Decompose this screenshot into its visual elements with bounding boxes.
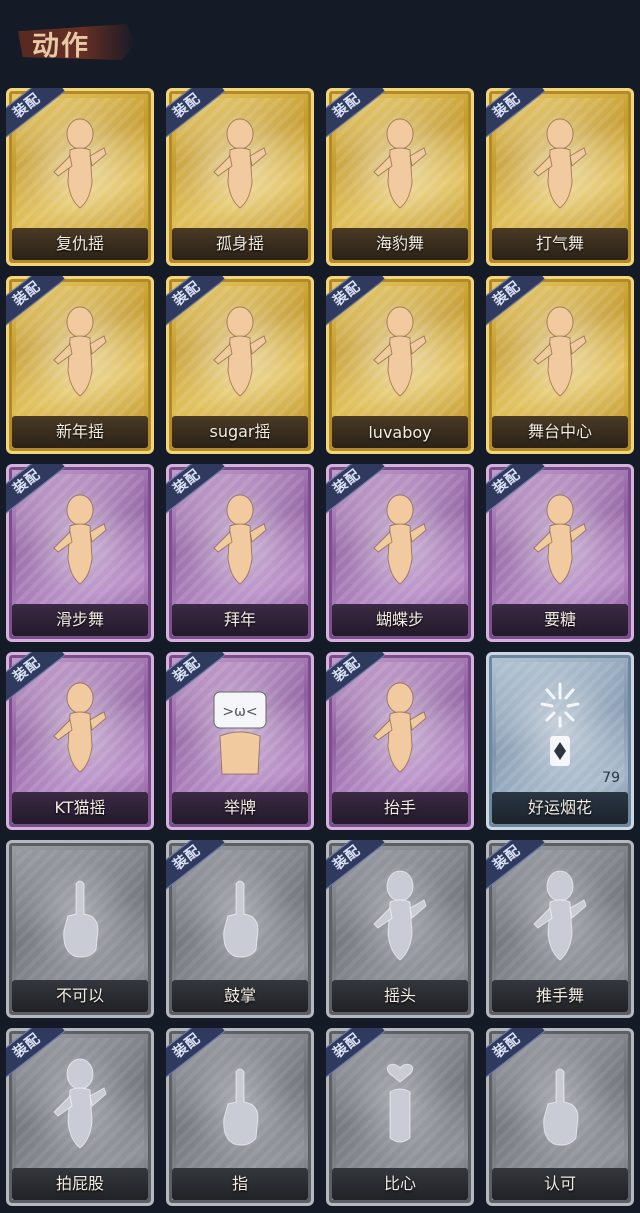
equip-badge-wrap: 装配 [6, 88, 66, 148]
page-title: 动作 [32, 31, 90, 62]
svg-text:>ω<: >ω< [222, 704, 257, 720]
firework-icon [520, 676, 600, 776]
equip-badge: 装配 [6, 1028, 66, 1080]
section-header: 动作 [18, 18, 138, 64]
equip-badge-wrap: 装配 [326, 276, 386, 336]
card-label: 认可 [543, 1174, 576, 1193]
card-label: 拜年 [223, 610, 256, 629]
equip-badge-wrap: 装配 [166, 88, 226, 148]
equip-badge-wrap: 装配 [326, 652, 386, 712]
equip-badge-wrap: 装配 [486, 88, 546, 148]
emote-card[interactable]: 舞台中心 装配 [486, 276, 634, 454]
card-label: 新年摇 [55, 422, 104, 441]
equip-badge: 装配 [486, 276, 546, 328]
card-label: 孤身摇 [215, 234, 264, 253]
card-label: 要糖 [543, 610, 576, 629]
equip-badge-wrap: 装配 [166, 652, 226, 712]
emote-card[interactable]: 复仇摇 装配 [6, 88, 154, 266]
equip-badge: 装配 [486, 840, 546, 892]
emote-card[interactable]: 鼓掌 装配 [166, 840, 314, 1018]
equip-badge: 装配 [166, 840, 226, 892]
item-count: 79 [602, 770, 620, 786]
equip-badge-wrap: 装配 [166, 464, 226, 524]
emote-card[interactable]: sugar摇 装配 [166, 276, 314, 454]
emote-card[interactable]: 滑步舞 装配 [6, 464, 154, 642]
emote-card[interactable]: 指 装配 [166, 1028, 314, 1206]
equip-badge: 装配 [326, 652, 386, 704]
card-label: sugar摇 [209, 422, 271, 441]
equip-badge-wrap: 装配 [6, 464, 66, 524]
equip-badge-wrap: 装配 [326, 1028, 386, 1088]
equip-badge: 装配 [166, 276, 226, 328]
card-label: 推手舞 [535, 986, 584, 1005]
equip-badge: 装配 [326, 88, 386, 140]
emote-card[interactable]: 海豹舞 装配 [326, 88, 474, 266]
equip-badge-wrap: 装配 [6, 1028, 66, 1088]
card-label: 比心 [383, 1174, 416, 1193]
equip-badge-wrap: 装配 [486, 464, 546, 524]
equip-badge: 装配 [166, 1028, 226, 1080]
equip-badge: 装配 [166, 464, 226, 516]
emote-card[interactable]: 认可 装配 [486, 1028, 634, 1206]
emote-card[interactable]: 要糖 装配 [486, 464, 634, 642]
emote-card[interactable]: KT猫摇 装配 [6, 652, 154, 830]
equip-badge: 装配 [486, 88, 546, 140]
card-label: 好运烟花 [527, 798, 592, 817]
equip-badge-wrap: 装配 [6, 276, 66, 336]
equip-badge: 装配 [326, 276, 386, 328]
equip-badge-wrap: 装配 [166, 840, 226, 900]
emote-card[interactable]: 摇头 装配 [326, 840, 474, 1018]
equip-badge: 装配 [326, 1028, 386, 1080]
card-label: 滑步舞 [55, 610, 104, 629]
equip-badge-wrap: 装配 [166, 276, 226, 336]
emote-card[interactable]: 抬手 装配 [326, 652, 474, 830]
card-label: luvaboy [368, 423, 432, 442]
emote-card[interactable]: 蝴蝶步 装配 [326, 464, 474, 642]
equip-badge: 装配 [326, 840, 386, 892]
finger-icon [40, 864, 120, 964]
equip-badge-wrap: 装配 [486, 1028, 546, 1088]
emote-card[interactable]: 孤身摇 装配 [166, 88, 314, 266]
equip-badge: 装配 [486, 1028, 546, 1080]
emote-card[interactable]: 比心 装配 [326, 1028, 474, 1206]
equip-badge: 装配 [166, 88, 226, 140]
emote-grid: 复仇摇 装配 孤身摇 装配 海豹舞 装配 打气舞 装配 新年摇 装配 sugar摇 装配 l… [6, 88, 634, 1206]
emote-card[interactable]: 不可以 [6, 840, 154, 1018]
emote-card[interactable]: >ω< 举牌 装配 [166, 652, 314, 830]
equip-badge: 装配 [326, 464, 386, 516]
equip-badge-wrap: 装配 [326, 840, 386, 900]
card-label: 摇头 [383, 986, 416, 1005]
equip-badge: 装配 [6, 652, 66, 704]
equip-badge: 装配 [6, 464, 66, 516]
card-label: KT猫摇 [54, 798, 106, 817]
equip-badge-wrap: 装配 [6, 652, 66, 712]
emote-card[interactable]: luvaboy 装配 [326, 276, 474, 454]
emote-card[interactable]: 好运烟花 79 [486, 652, 634, 830]
card-label: 海豹舞 [375, 234, 424, 253]
card-label: 举牌 [223, 798, 256, 817]
equip-badge: 装配 [486, 464, 546, 516]
equip-badge-wrap: 装配 [486, 276, 546, 336]
card-label: 鼓掌 [223, 986, 256, 1005]
card-label: 拍屁股 [55, 1174, 104, 1193]
emote-card[interactable]: 拍屁股 装配 [6, 1028, 154, 1206]
emote-card[interactable]: 打气舞 装配 [486, 88, 634, 266]
equip-badge-wrap: 装配 [326, 464, 386, 524]
equip-badge: 装配 [6, 88, 66, 140]
card-label: 抬手 [383, 798, 416, 817]
emote-card[interactable]: 拜年 装配 [166, 464, 314, 642]
equip-badge-wrap: 装配 [326, 88, 386, 148]
card-label: 舞台中心 [527, 422, 592, 441]
card-label: 复仇摇 [55, 234, 104, 253]
equip-badge-wrap: 装配 [166, 1028, 226, 1088]
equip-badge-wrap: 装配 [486, 840, 546, 900]
card-label: 蝴蝶步 [375, 610, 424, 629]
card-label: 不可以 [55, 986, 104, 1005]
card-label: 指 [231, 1174, 248, 1193]
card-label: 打气舞 [535, 234, 584, 253]
emote-card[interactable]: 新年摇 装配 [6, 276, 154, 454]
emote-card[interactable]: 推手舞 装配 [486, 840, 634, 1018]
equip-badge: 装配 [166, 652, 226, 704]
equip-badge: 装配 [6, 276, 66, 328]
